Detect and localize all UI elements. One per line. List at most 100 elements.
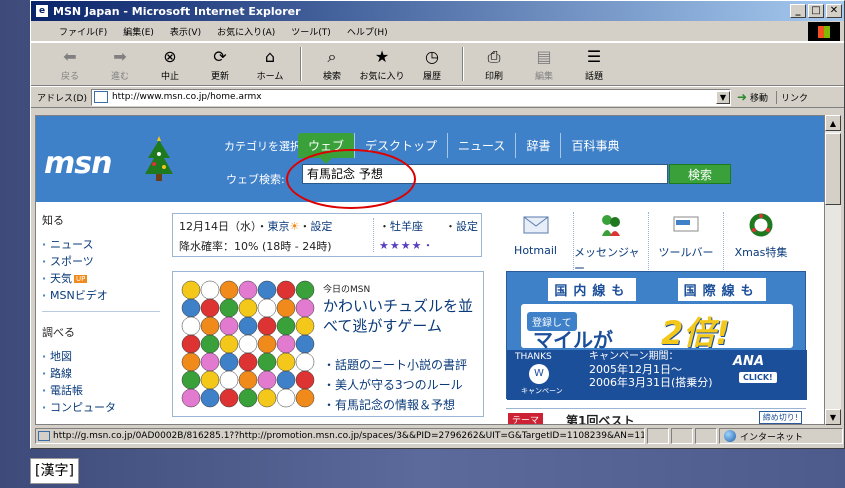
- service-icons: Hotmail メッセンジャー ツールバー Xmas特集: [498, 212, 798, 276]
- deadline-badge: 締め切り!: [758, 411, 802, 424]
- ana-banner-ad[interactable]: 国内線も 国際線も 登録して マイルが 2倍! THANKS W キャンペーン …: [506, 271, 807, 400]
- weather-date: 12月14日（水）: [179, 220, 257, 233]
- nav-item-sports[interactable]: スポーツ: [36, 253, 166, 270]
- msn-logo[interactable]: msn: [44, 146, 112, 181]
- address-field[interactable]: http://www.msn.co.jp/home.armx ▼: [90, 88, 731, 106]
- ad-click-button[interactable]: CLICK!: [739, 372, 777, 383]
- ad-period: キャンペーン期間： 2005年12月1日〜 2006年3月31日(搭乗分): [589, 351, 713, 389]
- ie-icon: e: [35, 4, 49, 18]
- zodiac-link[interactable]: 牡羊座: [390, 220, 423, 233]
- status-cell: [695, 428, 717, 444]
- forward-arrow-icon: ➡: [113, 47, 127, 66]
- home-button[interactable]: ⌂ ホーム: [245, 47, 295, 82]
- close-button[interactable]: ✕: [826, 4, 842, 18]
- nav-item-news[interactable]: ニュース: [36, 236, 166, 253]
- minimize-button[interactable]: _: [790, 4, 806, 18]
- toolbar-icon: [672, 212, 700, 238]
- today-item-2[interactable]: ・美人が守る3つのルール: [323, 376, 463, 393]
- scroll-thumb[interactable]: [825, 133, 841, 205]
- msn-header: msn カテゴリを選択: ウェブ デスクトップ ニュース 辞書 百科事典 ウェブ…: [36, 116, 824, 209]
- discuss-button[interactable]: ☰ 話題: [569, 47, 619, 82]
- toolbar-link[interactable]: ツールバー: [648, 212, 723, 276]
- address-dropdown-button[interactable]: ▼: [715, 90, 730, 104]
- nav-item-phonebook[interactable]: 電話帳: [36, 382, 166, 399]
- nav-divider: [42, 311, 160, 312]
- menu-view[interactable]: 表示(V): [162, 25, 209, 38]
- maximize-button[interactable]: □: [808, 4, 824, 18]
- ad-top-row: 国内線も 国際線も: [507, 278, 807, 301]
- address-url: http://www.msn.co.jp/home.armx: [111, 92, 262, 102]
- refresh-button[interactable]: ⟳ 更新: [195, 47, 245, 82]
- wreath-icon: [747, 212, 775, 238]
- menu-favorites[interactable]: お気に入り(A): [209, 25, 283, 38]
- messenger-icon: [597, 212, 625, 238]
- ad-mile-text: マイルが: [533, 328, 613, 352]
- hotmail-link[interactable]: Hotmail: [498, 212, 573, 276]
- rain-chance: 降水確率：10% (18時 - 24時): [179, 240, 332, 253]
- ad-domestic: 国内線も: [548, 278, 637, 301]
- address-bar: アドレス(D) http://www.msn.co.jp/home.armx ▼…: [31, 86, 844, 108]
- messenger-link[interactable]: メッセンジャー: [573, 212, 648, 276]
- status-page-icon: [38, 431, 50, 441]
- toolbar: ⬅ 戻る ➡ 進む ⊗ 中止 ⟳ 更新 ⌂ ホーム ⌕ 検索 ★ お気に入り ◷ 履歴 ⎙ 印刷 …: [31, 42, 844, 86]
- status-cell: [671, 428, 693, 444]
- back-button[interactable]: ⬅ 戻る: [45, 47, 95, 82]
- toolbar-separator: [462, 47, 464, 81]
- tab-news[interactable]: ニュース: [447, 133, 515, 158]
- ad-w-logo: W: [529, 364, 549, 384]
- nav-item-weather[interactable]: 天気UP: [36, 270, 166, 287]
- game-thumbnail[interactable]: [181, 280, 317, 410]
- nav-heading-know: 知る: [42, 214, 64, 227]
- xmas-feature-link[interactable]: Xmas特集: [723, 212, 798, 276]
- status-text: http://g.msn.co.jp/0AD0002B/816285.1??ht…: [35, 428, 645, 444]
- scroll-up-button[interactable]: ▲: [825, 115, 841, 131]
- stop-icon: ⊗: [163, 47, 177, 66]
- vertical-scrollbar[interactable]: ▲ ▼: [825, 115, 841, 425]
- windows-logo-icon: [808, 22, 840, 41]
- stop-button[interactable]: ⊗ 中止: [145, 47, 195, 82]
- sun-icon: ☀: [289, 220, 300, 233]
- nav-item-route[interactable]: 路線: [36, 365, 166, 382]
- printer-icon: ⎙: [487, 46, 501, 66]
- horoscope-settings-link[interactable]: 設定: [456, 220, 478, 233]
- favorites-button[interactable]: ★ お気に入り: [357, 47, 407, 82]
- search-button[interactable]: ⌕ 検索: [307, 47, 357, 82]
- tab-encyclopedia[interactable]: 百科事典: [560, 133, 629, 158]
- horoscope-line: ・牡羊座 ・設定: [379, 220, 478, 233]
- search-submit-button[interactable]: 検索: [669, 164, 731, 184]
- security-zone: インターネット: [719, 428, 843, 444]
- nav-item-msn-video[interactable]: MSNビデオ: [36, 287, 166, 304]
- weather-settings-link[interactable]: 設定: [310, 220, 332, 233]
- theme-title[interactable]: 第1回ベスト: [566, 412, 635, 424]
- history-icon: ◷: [425, 47, 439, 66]
- scroll-down-button[interactable]: ▼: [825, 409, 841, 425]
- weather-box: 12月14日（水）・東京☀・設定 降水確率：10% (18時 - 24時) ・牡…: [172, 213, 482, 257]
- menu-help[interactable]: ヘルプ(H): [339, 25, 396, 38]
- print-button[interactable]: ⎙ 印刷: [469, 47, 519, 82]
- edit-button[interactable]: ▤ 編集: [519, 47, 569, 82]
- today-item-3[interactable]: ・有馬記念の情報＆予想: [323, 396, 455, 413]
- nav-item-computer[interactable]: コンピュータ: [36, 399, 166, 416]
- menu-tools[interactable]: ツール(T): [283, 25, 339, 38]
- title-bar[interactable]: e MSN Japan - Microsoft Internet Explore…: [31, 1, 844, 21]
- history-button[interactable]: ◷ 履歴: [407, 47, 457, 82]
- web-search-label: ウェブ検索:: [226, 173, 285, 186]
- favorites-icon: ★: [374, 47, 390, 66]
- red-annotation-circle: [286, 149, 416, 209]
- menu-file[interactable]: ファイル(F): [51, 25, 115, 38]
- ad-campaign: キャンペーン: [521, 387, 563, 395]
- today-item-1[interactable]: ・話題のニート小説の書評: [323, 356, 467, 373]
- links-button[interactable]: リンク: [776, 90, 808, 104]
- menu-edit[interactable]: 編集(E): [115, 25, 162, 38]
- today-headline-link[interactable]: かわいいチュズルを並べて逃がすゲーム: [323, 296, 479, 336]
- tab-dictionary[interactable]: 辞書: [515, 133, 560, 158]
- ime-indicator[interactable]: [漢字]: [30, 458, 79, 484]
- go-button[interactable]: ➜ 移動: [737, 90, 768, 104]
- forward-button[interactable]: ➡ 進む: [95, 47, 145, 82]
- refresh-icon: ⟳: [213, 47, 227, 66]
- ad-international: 国際線も: [677, 278, 766, 301]
- back-arrow-icon: ⬅: [63, 47, 77, 66]
- nav-item-map[interactable]: 地図: [36, 348, 166, 365]
- weather-city-link[interactable]: 東京: [268, 220, 290, 233]
- status-cell: [647, 428, 669, 444]
